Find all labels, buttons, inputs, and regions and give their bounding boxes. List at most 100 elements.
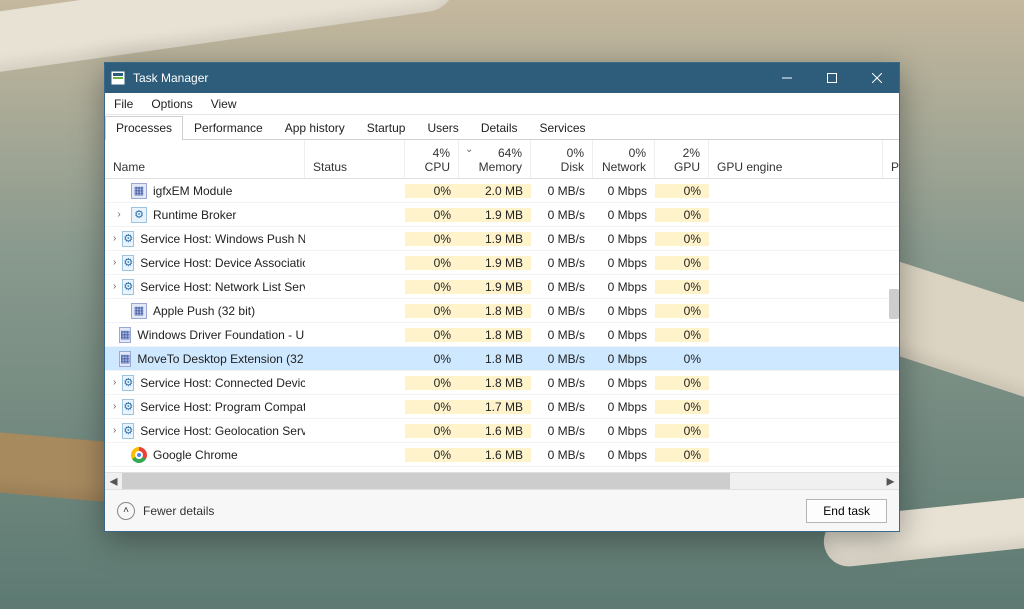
memory-cell: 1.9 MB bbox=[459, 232, 531, 246]
col-gpu[interactable]: 2%GPU bbox=[655, 140, 709, 178]
expand-icon[interactable]: › bbox=[113, 281, 116, 292]
menu-options[interactable]: Options bbox=[142, 95, 201, 113]
col-memory[interactable]: ⌄ 64%Memory bbox=[459, 140, 531, 178]
table-row[interactable]: ›⚙Service Host: Device Associatio...0%1.… bbox=[105, 251, 899, 275]
col-gpu-engine[interactable]: GPU engine bbox=[709, 140, 883, 178]
process-name-label: Runtime Broker bbox=[153, 208, 236, 222]
process-name-label: Service Host: Device Associatio... bbox=[140, 256, 305, 270]
expand-icon[interactable]: › bbox=[113, 233, 116, 244]
table-row[interactable]: ▦MoveTo Desktop Extension (32 ...0%1.8 M… bbox=[105, 347, 899, 371]
tab-users[interactable]: Users bbox=[416, 116, 469, 140]
col-name[interactable]: Name bbox=[105, 140, 305, 178]
table-row[interactable]: ›⚙Service Host: Windows Push No... 0%1.9 … bbox=[105, 227, 899, 251]
expand-icon[interactable]: › bbox=[113, 377, 116, 388]
cpu-cell: 0% bbox=[405, 328, 459, 342]
memory-cell: 1.9 MB bbox=[459, 280, 531, 294]
disk-cell: 0 MB/s bbox=[531, 280, 593, 294]
app-icon: ▦ bbox=[131, 303, 147, 319]
table-row[interactable]: Google Chrome0%1.6 MB0 MB/s0 Mbps0% bbox=[105, 443, 899, 467]
vertical-scrollbar-thumb[interactable] bbox=[889, 289, 899, 319]
tab-startup[interactable]: Startup bbox=[356, 116, 417, 140]
expand-icon[interactable]: › bbox=[113, 425, 116, 436]
titlebar[interactable]: Task Manager bbox=[105, 63, 899, 93]
menubar: File Options View bbox=[105, 93, 899, 115]
task-manager-window: Task Manager File Options View Processes… bbox=[104, 62, 900, 532]
table-row[interactable]: ▦igfxEM Module0%2.0 MB0 MB/s0 Mbps0% bbox=[105, 179, 899, 203]
maximize-button[interactable] bbox=[809, 63, 854, 93]
memory-cell: 1.9 MB bbox=[459, 208, 531, 222]
cpu-cell: 0% bbox=[405, 448, 459, 462]
table-row[interactable]: ▦Windows Driver Foundation - U...0%1.8 M… bbox=[105, 323, 899, 347]
minimize-button[interactable] bbox=[764, 63, 809, 93]
memory-cell: 1.8 MB bbox=[459, 304, 531, 318]
horizontal-scrollbar[interactable]: ◂ ▸ bbox=[105, 472, 899, 489]
disk-cell: 0 MB/s bbox=[531, 232, 593, 246]
expand-icon[interactable]: › bbox=[113, 401, 116, 412]
fewer-details-button[interactable]: ˄ Fewer details bbox=[117, 502, 214, 520]
network-cell: 0 Mbps bbox=[593, 208, 655, 222]
expand-icon[interactable]: › bbox=[113, 209, 125, 220]
horizontal-scrollbar-track[interactable] bbox=[122, 473, 882, 490]
disk-cell: 0 MB/s bbox=[531, 328, 593, 342]
vertical-scrollbar-track[interactable] bbox=[887, 179, 899, 472]
process-rows: ▦igfxEM Module0%2.0 MB0 MB/s0 Mbps0% ›⚙R… bbox=[105, 179, 899, 472]
table-row[interactable]: ›⚙Service Host: Geolocation Service0%1.6… bbox=[105, 419, 899, 443]
col-disk[interactable]: 0%Disk bbox=[531, 140, 593, 178]
expand-icon[interactable]: › bbox=[113, 257, 116, 268]
gear-icon: ⚙ bbox=[122, 423, 134, 439]
gear-icon: ⚙ bbox=[122, 255, 134, 271]
cpu-cell: 0% bbox=[405, 352, 459, 366]
horizontal-scrollbar-thumb[interactable] bbox=[122, 473, 730, 490]
disk-cell: 0 MB/s bbox=[531, 448, 593, 462]
window-title: Task Manager bbox=[131, 71, 764, 85]
gpu-cell: 0% bbox=[655, 424, 709, 438]
cpu-cell: 0% bbox=[405, 184, 459, 198]
menu-view[interactable]: View bbox=[202, 95, 246, 113]
tab-services[interactable]: Services bbox=[529, 116, 597, 140]
disk-cell: 0 MB/s bbox=[531, 424, 593, 438]
table-row[interactable]: ›⚙Service Host: Connected Device...0%1.8… bbox=[105, 371, 899, 395]
process-name-cell: ›⚙Service Host: Program Compati... bbox=[105, 399, 305, 415]
scroll-left-icon[interactable]: ◂ bbox=[105, 473, 122, 490]
table-row[interactable]: ›⚙Service Host: Network List Service0%1.… bbox=[105, 275, 899, 299]
table-row[interactable]: ›⚙Runtime Broker0%1.9 MB0 MB/s0 Mbps0% bbox=[105, 203, 899, 227]
gpu-cell: 0% bbox=[655, 256, 709, 270]
process-name-cell: Google Chrome bbox=[105, 447, 305, 463]
process-name-label: Service Host: Connected Device... bbox=[140, 376, 305, 390]
table-row[interactable]: ›⚙Service Host: Program Compati...0%1.7 … bbox=[105, 395, 899, 419]
process-name-label: Apple Push (32 bit) bbox=[153, 304, 255, 318]
disk-cell: 0 MB/s bbox=[531, 352, 593, 366]
tab-processes[interactable]: Processes bbox=[105, 116, 183, 140]
fewer-details-label: Fewer details bbox=[143, 504, 214, 518]
end-task-button[interactable]: End task bbox=[806, 499, 887, 523]
process-name-cell: ›⚙Service Host: Network List Service bbox=[105, 279, 305, 295]
memory-cell: 1.6 MB bbox=[459, 448, 531, 462]
col-network[interactable]: 0%Network bbox=[593, 140, 655, 178]
network-cell: 0 Mbps bbox=[593, 424, 655, 438]
gear-icon: ⚙ bbox=[122, 375, 134, 391]
process-name-cell: ›⚙Service Host: Windows Push No... bbox=[105, 231, 305, 247]
col-overflow[interactable]: P bbox=[883, 140, 899, 178]
cpu-cell: 0% bbox=[405, 400, 459, 414]
network-cell: 0 Mbps bbox=[593, 328, 655, 342]
gear-icon: ⚙ bbox=[122, 279, 134, 295]
gpu-cell: 0% bbox=[655, 448, 709, 462]
tab-performance[interactable]: Performance bbox=[183, 116, 274, 140]
cpu-cell: 0% bbox=[405, 232, 459, 246]
close-button[interactable] bbox=[854, 63, 899, 93]
process-name-label: igfxEM Module bbox=[153, 184, 232, 198]
scroll-right-icon[interactable]: ▸ bbox=[882, 473, 899, 490]
table-row[interactable]: ▦Apple Push (32 bit)0%1.8 MB0 MB/s0 Mbps… bbox=[105, 299, 899, 323]
col-status[interactable]: Status bbox=[305, 140, 405, 178]
menu-file[interactable]: File bbox=[105, 95, 142, 113]
disk-cell: 0 MB/s bbox=[531, 208, 593, 222]
tab-details[interactable]: Details bbox=[470, 116, 529, 140]
col-cpu[interactable]: 4%CPU bbox=[405, 140, 459, 178]
chrome-icon bbox=[131, 447, 147, 463]
tab-app-history[interactable]: App history bbox=[274, 116, 356, 140]
process-name-cell: › ⚙ Service Host: Device Associatio... bbox=[105, 255, 305, 271]
cpu-cell: 0% bbox=[405, 280, 459, 294]
network-cell: 0 Mbps bbox=[593, 352, 655, 366]
process-name-cell: ▦igfxEM Module bbox=[105, 183, 305, 199]
disk-cell: 0 MB/s bbox=[531, 256, 593, 270]
